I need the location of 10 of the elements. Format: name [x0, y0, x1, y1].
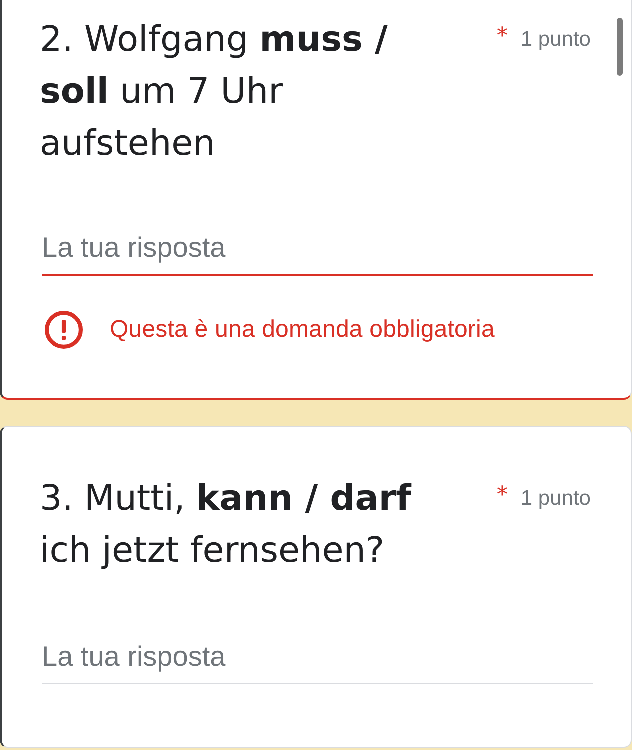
- scrollbar-thumb[interactable]: [617, 18, 623, 76]
- answer-field[interactable]: La tua risposta: [42, 232, 593, 276]
- error-message: Questa è una domanda obbligatoria: [110, 316, 495, 344]
- question-title: 3. Mutti, kann / darf ich jetzt fernsehen?: [40, 478, 413, 573]
- points-label: 1 punto: [520, 27, 591, 53]
- points-label: 1 punto: [520, 486, 591, 512]
- alert-icon: [45, 311, 83, 349]
- question-title: 2. Wolfgang muss / soll um 7 Uhr aufstehen: [40, 19, 389, 166]
- required-asterisk: *: [496, 485, 508, 507]
- required-asterisk: *: [496, 26, 508, 48]
